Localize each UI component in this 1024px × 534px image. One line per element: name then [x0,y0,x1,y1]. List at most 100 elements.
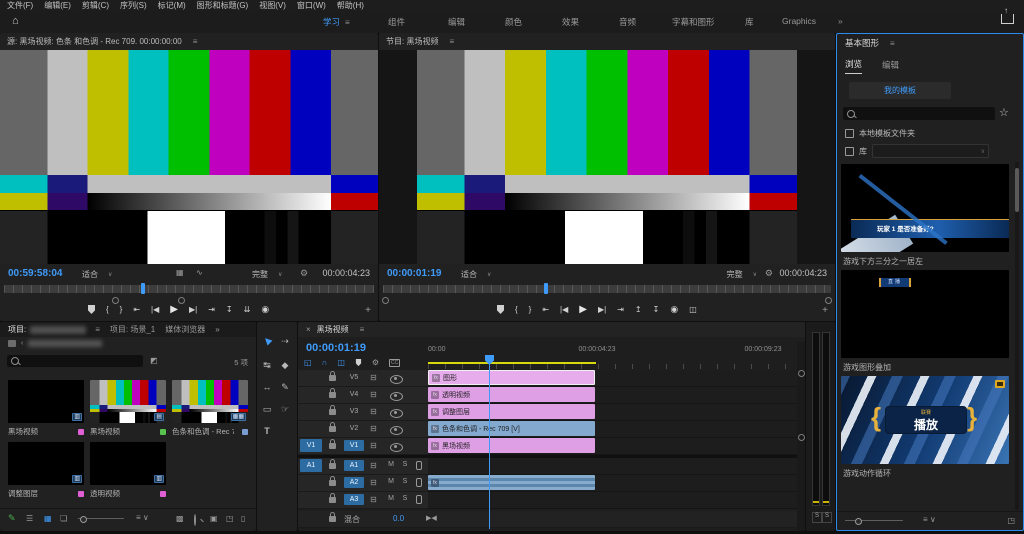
workspace-tab-editing[interactable]: 编辑 [448,16,465,28]
source-patch-v1[interactable]: V1 [300,439,322,452]
drag-video-only-icon[interactable]: ▦ [176,268,184,277]
menu-sequence[interactable]: 序列(S) [120,0,147,11]
voiceover-record-icon[interactable] [416,461,422,470]
lock-icon[interactable] [329,409,336,415]
slip-tool[interactable]: ↔ [260,380,274,394]
project-item-thumb[interactable]: ▦▦ [172,380,248,423]
solo-button[interactable]: S [400,461,410,468]
play-icon[interactable]: ▶ [170,304,178,315]
project-item[interactable]: 色条和色调 - Rec 709 [172,426,248,437]
source-monitor-title[interactable]: 源: 黑场视频: 色条 和色调 - Rec 709. 00:00:00:00 [7,36,182,47]
label-color-chip[interactable] [78,429,84,435]
program-settings-icon[interactable]: ⚙ [765,268,773,279]
menu-markers[interactable]: 标记(M) [158,0,186,11]
workspace-tab-effects[interactable]: 效果 [562,16,579,28]
search-options-icon[interactable]: ◩ [150,356,158,365]
template-item-thumb[interactable]: 直播 [841,270,1009,358]
menu-help[interactable]: 帮助(H) [337,0,364,11]
step-back-icon[interactable]: |◀ [151,305,159,314]
template-search-input[interactable] [843,107,995,120]
new-layer-icon[interactable]: ◳ [1007,516,1015,525]
checkbox[interactable] [845,129,854,138]
source-playhead[interactable] [141,283,145,294]
voiceover-record-icon[interactable] [416,495,422,504]
program-monitor-title[interactable]: 节目: 黑场视频 [386,36,438,47]
menu-window[interactable]: 窗口(W) [297,0,326,11]
workspace-menu-icon[interactable]: ≡ [345,18,350,27]
button-editor-icon[interactable]: + [365,305,371,316]
lock-icon[interactable] [329,443,336,449]
template-label[interactable]: 游戏下方三分之一居左 [843,256,923,267]
menu-edit[interactable]: 编辑(E) [44,0,71,11]
play-icon[interactable]: ▶ [579,304,587,315]
new-bin-icon[interactable]: ▣ [210,514,218,523]
track-name-button[interactable]: V1 [344,440,364,451]
list-view-icon[interactable]: ☰ [26,514,33,523]
snap-icon[interactable]: ∩ [322,358,328,367]
source-scrubber[interactable] [4,285,374,293]
track-lane[interactable] [428,492,797,509]
timeline-clip[interactable]: fx调整图层 [428,404,595,419]
sort-templates-button[interactable]: ≡ ∨ [923,515,936,524]
export-frame-icon[interactable]: ◉ [670,304,678,315]
lift-icon[interactable]: ↥ [635,305,642,314]
project-item[interactable]: 黑场视频 [8,426,84,437]
local-templates-filter[interactable]: 本地模板文件夹 [845,128,915,139]
sync-lock-icon[interactable]: ⊟ [370,373,377,382]
track-visibility-icon[interactable] [390,375,403,384]
track-name-button[interactable]: A3 [344,494,364,505]
label-color-chip[interactable] [78,491,84,497]
star-filter-icon[interactable]: ☆ [999,106,1009,119]
linked-selection-icon[interactable]: ◫ [337,358,345,367]
lock-icon[interactable] [329,516,336,522]
source-zoom-select[interactable]: 适合∨ [82,269,112,280]
solo-button[interactable]: S [400,478,410,485]
program-zoom-handle-right[interactable] [825,297,832,304]
step-forward-icon[interactable]: ▶| [598,305,606,314]
edit-tab[interactable]: 编辑 [882,59,899,74]
lock-icon[interactable] [329,392,336,398]
project-item-thumb[interactable]: ▤ [90,380,166,423]
panel-menu-icon[interactable]: ≡ [449,37,454,46]
track-select-forward-tool[interactable]: ⇢ [278,334,292,348]
new-item-icon[interactable]: ◳ [226,514,234,523]
my-templates-button[interactable]: 我的模板 [849,82,951,99]
track-name-button[interactable]: A1 [344,460,364,471]
checkbox[interactable] [845,147,854,156]
menu-clip[interactable]: 剪辑(C) [82,0,109,11]
track-visibility-icon[interactable] [390,443,403,452]
hand-tool[interactable]: ☞ [278,402,292,416]
media-browser-tab[interactable]: 媒体浏览器 [165,324,205,335]
project-item[interactable]: 黑场视频 [90,426,166,437]
program-zoom-handle-left[interactable] [382,297,389,304]
go-to-in-icon[interactable]: ⇤ [542,305,549,314]
solo-right-button[interactable]: S [822,512,832,523]
program-timecode[interactable]: 00:00:01:19 [387,268,441,279]
sync-lock-icon[interactable]: ⊟ [370,461,377,470]
automate-to-sequence-icon[interactable]: ▩ [176,514,184,523]
drag-audio-only-icon[interactable]: ∿ [196,268,203,277]
extract-icon[interactable]: ↧ [653,305,660,314]
panel-menu-icon[interactable]: ≡ [890,39,895,48]
add-marker-icon[interactable] [356,359,362,366]
go-to-in-icon[interactable]: ⇤ [133,305,140,314]
mark-out-icon[interactable]: } [120,305,123,314]
project-search-input[interactable] [7,355,143,367]
timeline-clip[interactable]: fx透明视频 [428,387,595,402]
thumbnail-zoom-slider[interactable] [78,518,124,519]
type-tool[interactable]: T [260,424,274,438]
sync-lock-icon[interactable]: ⊟ [370,478,377,487]
lock-icon[interactable] [329,497,336,503]
go-to-out-icon[interactable]: ⇥ [617,305,624,314]
template-label[interactable]: 游戏动作循环 [843,468,891,479]
panel-overflow-icon[interactable]: » [215,325,219,334]
browse-tab[interactable]: 浏览 [845,58,862,74]
time-ruler[interactable] [428,364,797,369]
icon-view-icon[interactable]: ▦ [44,514,52,523]
workspace-tab-learning[interactable]: 学习≡ [323,16,350,28]
source-video-colorbars[interactable] [0,50,378,264]
lock-icon[interactable] [329,426,336,432]
sort-icons-button[interactable]: ≡ ∨ [136,513,149,522]
track-visibility-icon[interactable] [390,409,403,418]
project-item-thumb[interactable]: ▥ [8,442,84,485]
